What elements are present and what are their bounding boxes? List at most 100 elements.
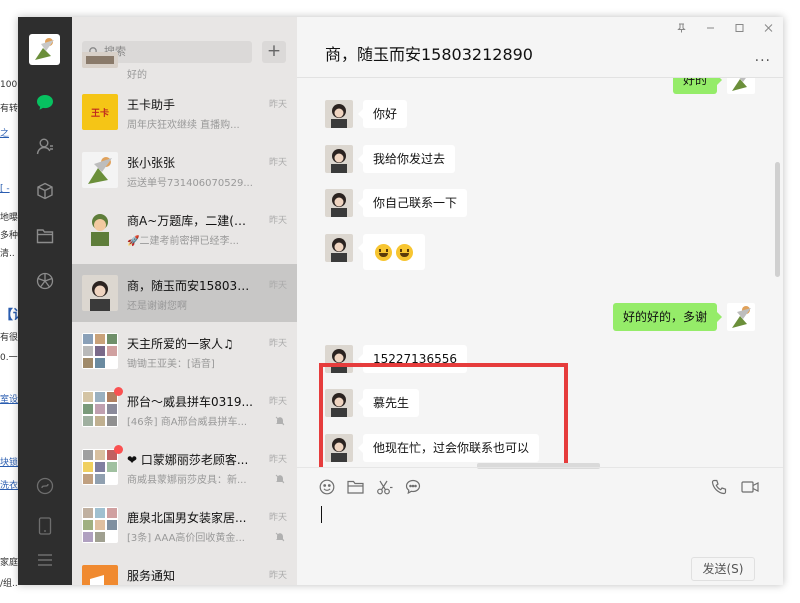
unread-dot [114,387,123,396]
send-button[interactable]: 发送(S) [691,557,755,581]
scissors-icon[interactable] [376,480,393,495]
bg-link[interactable]: 洗衣 [0,478,18,491]
message-bubble[interactable]: 好的好的，多谢 [612,303,723,331]
bg-link[interactable]: 块锁 [0,455,18,468]
conversation-name: 邢台～威县拼车0319... [127,395,253,409]
conversation-avatar [82,391,118,427]
conversation-name: 服务通知 [127,569,176,583]
bg-text: 有很 [0,333,18,343]
my-avatar[interactable] [727,78,755,94]
bg-text: 0.一 [0,353,18,363]
conversation-time: 昨天 [268,397,287,407]
conversation-avatar [82,333,118,369]
scrollbar[interactable] [775,162,780,277]
call-tools [711,479,759,495]
pin-icon[interactable] [677,23,686,33]
conversation-preview: [46条] 商A邢台威县拼车... [127,417,248,428]
video-call-icon[interactable] [741,480,759,494]
phone-icon[interactable] [32,513,58,539]
conversation-name: 商，随玉而安158032... [127,279,255,293]
conversation-preview: 好的 [127,70,147,80]
mini-program-icon[interactable] [32,473,58,499]
contact-avatar[interactable] [325,100,353,128]
conversation-preview: 还是谢谢您啊 [127,301,187,312]
emoji-message-bubble[interactable] [358,234,425,270]
contact-avatar[interactable] [325,145,353,173]
files-icon[interactable] [32,223,58,249]
conversation-item-active[interactable]: 商，随玉而安158032... 还是谢谢您啊 昨天 [72,264,297,322]
conversation-item[interactable]: 张小张张 运送单号731406070529... 昨天 [72,141,297,199]
message-bubble[interactable]: 你自己联系一下 [357,189,468,217]
timestamp-pill [477,463,600,469]
conversation-avatar: 王卡 [82,94,118,130]
message-bubble[interactable]: 我给你发过去 [357,145,456,173]
conversation-time: 昨天 [268,339,287,349]
window-controls [677,23,773,33]
conversation-item[interactable]: 好的 [72,52,297,80]
message-bubble[interactable]: 你好 [357,100,408,128]
close-icon[interactable] [764,23,773,33]
message-bubble[interactable]: 好的 [672,78,723,94]
conversation-item[interactable]: 鹿泉北国男女装家居... [3条] AAA高价回收黄金... 昨天 [72,496,297,554]
divider [297,467,783,468]
voice-call-icon[interactable] [711,479,727,495]
conversation-item[interactable]: 邢台～威县拼车0319... [46条] 商A邢台威县拼车... 昨天 [72,380,297,438]
conversation-list: 搜索 + 好的 王卡 王卡助手 周年庆狂欢继续 直播购... 昨天 张小张张 运… [72,17,297,585]
message-list: 好的 你好 我给你发过去 你自己联系一下 好的好的，多谢 15227136556… [297,78,783,467]
conversation-preview: 锄锄王亚美：[语音] [127,359,215,370]
contact-avatar[interactable] [325,189,353,217]
bg-link[interactable]: [ - [0,184,10,194]
favorites-icon[interactable] [32,178,58,204]
my-avatar[interactable] [727,303,755,331]
chat-bubble-icon[interactable] [405,479,421,495]
conversation-time: 昨天 [268,158,287,168]
menu-icon[interactable] [32,547,58,573]
folder-icon[interactable] [347,480,364,494]
message-incoming: 我给你发过去 [297,145,783,175]
grin-emoji-icon [396,244,413,261]
chat-panel: 商，随玉而安15803212890 ... 好的 你好 我给你发过去 你自己联系… [297,17,783,585]
message-outgoing: 好的好的，多谢 [297,303,783,333]
message-outgoing: 好的 [297,78,783,96]
conversation-item[interactable]: 服务通知 昨天 [72,554,297,585]
conversation-name: 商A~万题库，二建(刘... [127,214,255,228]
conversation-time: 昨天 [268,100,287,110]
conversation-avatar [82,210,118,246]
emoji-icon[interactable] [319,479,335,495]
contact-avatar[interactable] [325,234,353,262]
minimize-icon[interactable] [706,23,715,33]
maximize-icon[interactable] [735,23,744,33]
conversation-item[interactable]: 商A~万题库，二建(刘... 🚀二建考前密押已经李... 昨天 [72,199,297,257]
bg-text: 100· [0,80,18,90]
mute-bell-icon [275,474,285,484]
conversation-time: 昨天 [268,281,287,291]
conversation-item[interactable]: 天主所爱的一家人♫ 锄锄王亚美：[语音] 昨天 [72,322,297,380]
conversation-preview: 周年庆狂欢继续 直播购... [127,120,240,131]
conversation-avatar [82,275,118,311]
conversation-item[interactable]: 王卡 王卡助手 周年庆狂欢继续 直播购... 昨天 [72,83,297,141]
conversation-time: 昨天 [268,513,287,523]
conversation-preview: [3条] AAA高价回收黄金... [127,533,245,544]
bg-text: 家庭 [0,558,18,568]
bg-text: /组.. [0,579,18,589]
contacts-icon[interactable] [32,133,58,159]
conversation-name: 王卡助手 [127,98,176,112]
bg-text: 地曝 [0,213,18,223]
conversation-item[interactable]: ❤ 口蒙娜丽莎老顾客... 商威县蒙娜丽莎皮具：新... 昨天 [72,438,297,496]
conversation-avatar [82,152,118,188]
bg-link[interactable]: 室设 [0,392,18,405]
chat-icon[interactable] [32,89,58,115]
bg-link[interactable]: 【详 [0,304,18,323]
mute-bell-icon [275,416,285,426]
conversation-name: 张小张张 [127,156,176,170]
my-avatar[interactable] [29,34,60,65]
conversation-name: 天主所爱的一家人♫ [127,337,234,351]
mute-bell-icon [275,532,285,542]
bg-link[interactable]: 之 [0,126,9,139]
message-incoming: 你自己联系一下 [297,189,783,219]
conversation-avatar [82,52,118,68]
more-options-button[interactable]: ... [755,49,771,65]
conversation-time: 昨天 [268,571,287,581]
conversation-name: ❤ 口蒙娜丽莎老顾客... [127,453,249,467]
moments-icon[interactable] [32,268,58,294]
